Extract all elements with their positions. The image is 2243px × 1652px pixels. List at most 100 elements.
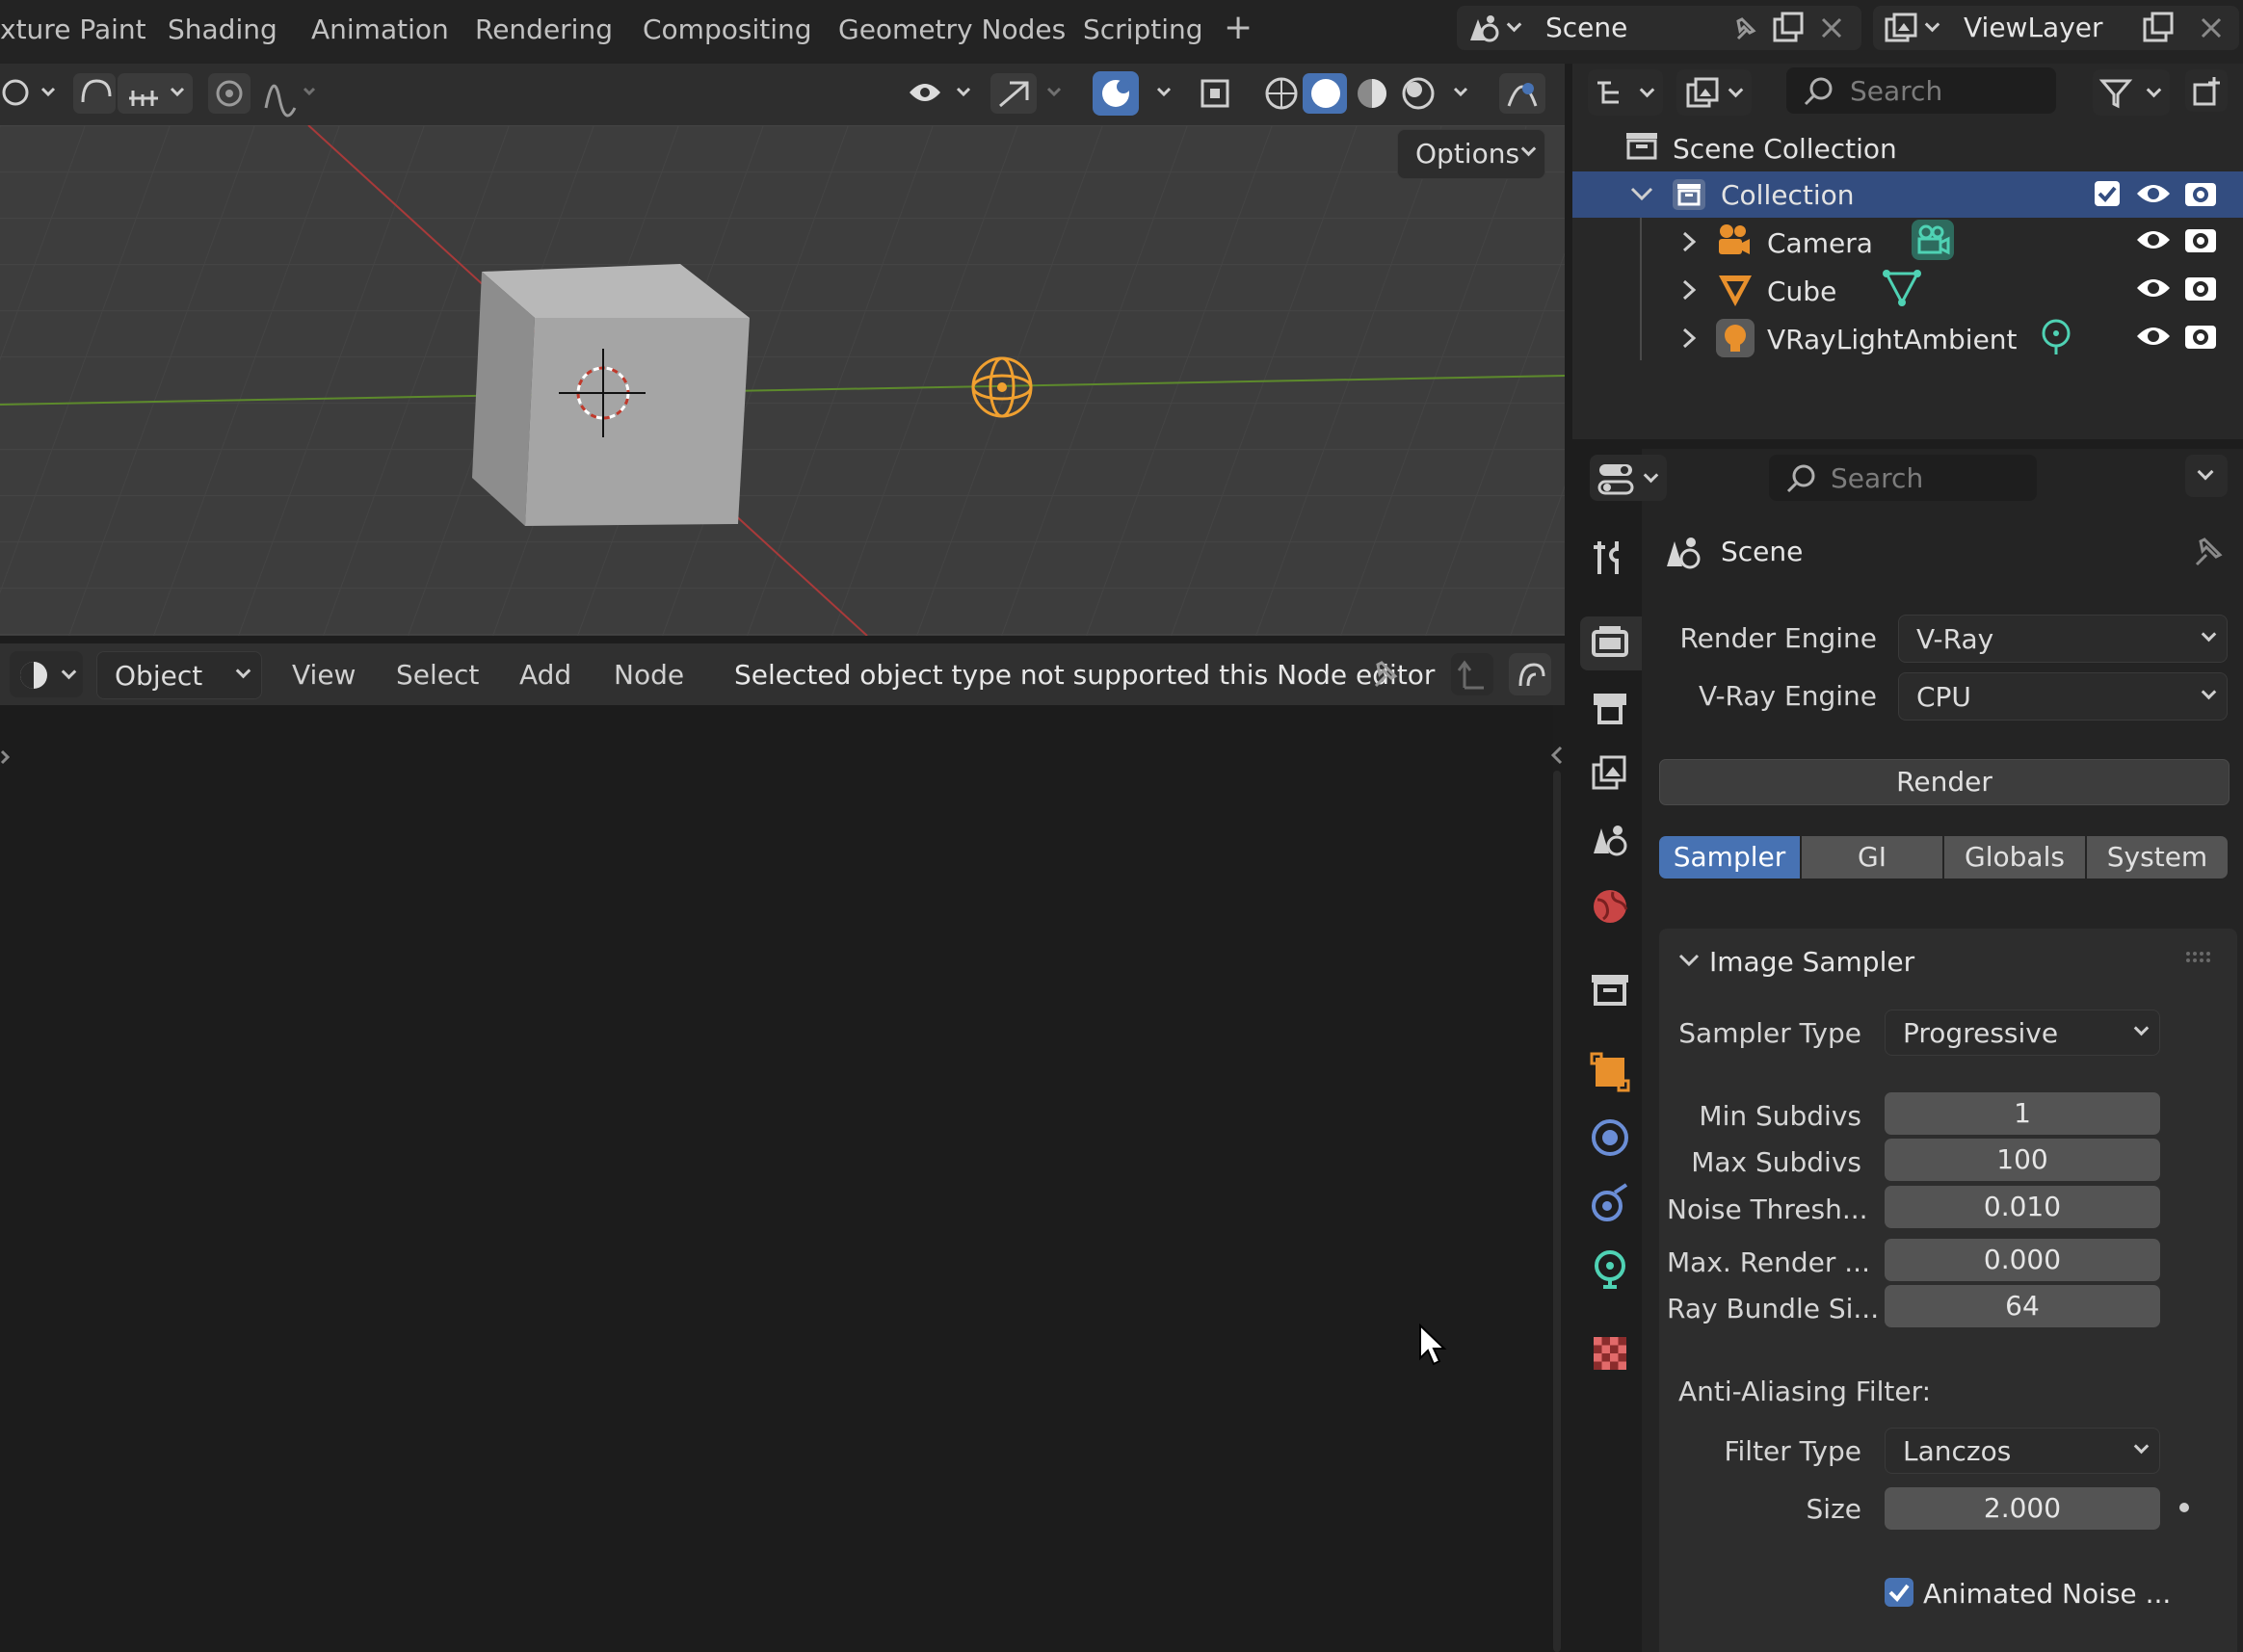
chevron-left-icon[interactable]	[1549, 744, 1565, 767]
camera-render-icon[interactable]	[2183, 272, 2218, 302]
parent-node-tree-button[interactable]	[1451, 653, 1493, 695]
view-layer-name[interactable]: ViewLayer	[1964, 12, 2103, 43]
options-dropdown[interactable]: Options	[1397, 129, 1545, 179]
noise-threshold-field[interactable]: 0.010	[1885, 1186, 2160, 1228]
outliner-collection-label: Collection	[1721, 179, 1855, 211]
vray-engine-label: V-Ray Engine	[1698, 680, 1877, 712]
eye-icon[interactable]	[2135, 179, 2172, 208]
chevron-down-icon[interactable]	[1676, 950, 1702, 973]
close-icon[interactable]	[1817, 13, 1846, 42]
chevron-right-icon[interactable]	[1678, 326, 1700, 351]
tab-gi[interactable]: GI	[1802, 836, 1942, 878]
filter-type-label: Filter Type	[1724, 1435, 1861, 1467]
eye-icon[interactable]	[2135, 322, 2172, 351]
min-subdivs-field[interactable]: 1	[1885, 1092, 2160, 1135]
mesh-data-icon[interactable]	[1883, 268, 1921, 308]
scene-name[interactable]: Scene	[1545, 12, 1627, 43]
vray-engine-dropdown[interactable]: CPU	[1898, 672, 2228, 721]
outliner-item-cube[interactable]: Cube	[1767, 275, 1836, 307]
max-subdivs-field[interactable]: 100	[1885, 1139, 2160, 1181]
chevron-down-icon[interactable]	[1628, 183, 1655, 206]
size-label: Size	[1806, 1493, 1861, 1525]
drag-handle-icon[interactable]	[2185, 950, 2214, 965]
add-workspace-button[interactable]: +	[1224, 8, 1253, 47]
menu-select[interactable]: Select	[396, 659, 479, 691]
workspace-tab-shading[interactable]: Shading	[168, 13, 277, 45]
chevron-right-icon[interactable]	[1678, 229, 1700, 254]
editor-type-selector[interactable]	[10, 651, 83, 697]
pin-icon[interactable]	[2189, 532, 2228, 570]
tool-settings-icon[interactable]	[1588, 536, 1632, 580]
outliner-filter-view[interactable]	[1676, 69, 1752, 116]
eye-icon[interactable]	[2135, 225, 2172, 254]
new-collection-button[interactable]	[2185, 69, 2228, 112]
world-properties-icon[interactable]	[1588, 884, 1632, 929]
camera-render-icon[interactable]	[2183, 320, 2218, 351]
new-view-layer-icon[interactable]	[2139, 10, 2177, 46]
outliner-item-vraylightambient[interactable]: VRayLightAmbient	[1767, 324, 2018, 355]
new-scene-icon[interactable]	[1769, 10, 1808, 46]
outliner-display-mode[interactable]	[1588, 69, 1663, 116]
filter-type-dropdown[interactable]: Lanczos	[1885, 1428, 2160, 1474]
pin-icon[interactable]	[1728, 12, 1761, 44]
properties-editor-type[interactable]	[1590, 455, 1667, 501]
outliner-filter-button[interactable]	[2093, 69, 2170, 116]
scrollbar[interactable]	[1553, 771, 1561, 1652]
scene-selector[interactable]: Scene	[1457, 6, 1861, 50]
image-sampler-panel-title[interactable]: Image Sampler	[1709, 946, 1914, 978]
workspace-tab-animation[interactable]: Animation	[311, 13, 449, 45]
node-editor-canvas[interactable]	[0, 705, 1553, 1652]
menu-add[interactable]: Add	[519, 659, 571, 691]
keyframe-dot-icon[interactable]	[2177, 1501, 2191, 1514]
close-icon[interactable]	[2197, 13, 2226, 42]
workspace-tab-geometry-nodes[interactable]: Geometry Nodes	[838, 13, 1066, 45]
animated-noise-checkbox[interactable]	[1883, 1576, 1915, 1609]
workspace-tab-texture-paint[interactable]: xture Paint	[0, 13, 146, 45]
collection-properties-icon[interactable]	[1588, 967, 1632, 1011]
checkbox-checked-icon[interactable]	[2093, 179, 2122, 208]
constraints-properties-icon[interactable]	[1588, 1181, 1632, 1225]
properties-options-dropdown[interactable]	[2185, 455, 2228, 497]
max-render-time-field[interactable]: 0.000	[1885, 1239, 2160, 1281]
eye-icon[interactable]	[2135, 274, 2172, 302]
3d-viewport[interactable]: Options	[0, 125, 1565, 636]
chevron-right-icon[interactable]	[1678, 277, 1700, 302]
render-engine-dropdown[interactable]: V-Ray	[1898, 615, 2228, 663]
object-mode-dropdown[interactable]: Object	[96, 651, 262, 699]
animated-noise-label[interactable]: Animated Noise ...	[1923, 1578, 2171, 1610]
tab-sampler[interactable]: Sampler	[1659, 836, 1800, 878]
workspace-tab-compositing[interactable]: Compositing	[643, 13, 812, 45]
object-properties-icon[interactable]	[1588, 1050, 1632, 1094]
scene-properties-icon[interactable]	[1588, 819, 1632, 863]
chevron-right-icon[interactable]	[0, 747, 12, 767]
ray-bundle-size-field[interactable]: 64	[1885, 1285, 2160, 1327]
outliner-search-input[interactable]: Search	[1786, 67, 2056, 114]
properties-icon	[1597, 464, 1634, 495]
render-button[interactable]: Render	[1659, 759, 2230, 805]
physics-properties-icon[interactable]	[1588, 1115, 1632, 1160]
sampler-type-dropdown[interactable]: Progressive	[1885, 1010, 2160, 1056]
light-data-properties-icon[interactable]	[1588, 1246, 1632, 1291]
menu-view[interactable]: View	[292, 659, 356, 691]
workspace-tab-rendering[interactable]: Rendering	[475, 13, 613, 45]
view-layer-selector[interactable]: ViewLayer	[1873, 6, 2239, 50]
workspace-tab-scripting[interactable]: Scripting	[1083, 13, 1203, 45]
render-properties-icon[interactable]	[1588, 620, 1632, 665]
camera-data-icon[interactable]	[1910, 218, 1956, 262]
menu-node[interactable]: Node	[614, 659, 684, 691]
tab-globals[interactable]: Globals	[1944, 836, 2085, 878]
tab-system[interactable]: System	[2087, 836, 2228, 878]
texture-properties-icon[interactable]	[1588, 1331, 1632, 1376]
properties-search-input[interactable]: Search	[1769, 455, 2037, 501]
light-data-icon[interactable]	[2039, 318, 2073, 356]
snap-toggle-button[interactable]	[1509, 653, 1551, 695]
size-field[interactable]: 2.000	[1885, 1487, 2160, 1530]
output-properties-icon[interactable]	[1588, 686, 1632, 730]
chevron-down-icon	[1639, 82, 1655, 98]
outliner-item-camera[interactable]: Camera	[1767, 227, 1873, 259]
camera-render-icon[interactable]	[2183, 177, 2218, 208]
pin-icon[interactable]	[1366, 655, 1405, 694]
camera-render-icon[interactable]	[2183, 223, 2218, 254]
outliner-scene-collection[interactable]: Scene Collection	[1673, 133, 1897, 165]
view-layer-properties-icon[interactable]	[1588, 751, 1632, 796]
